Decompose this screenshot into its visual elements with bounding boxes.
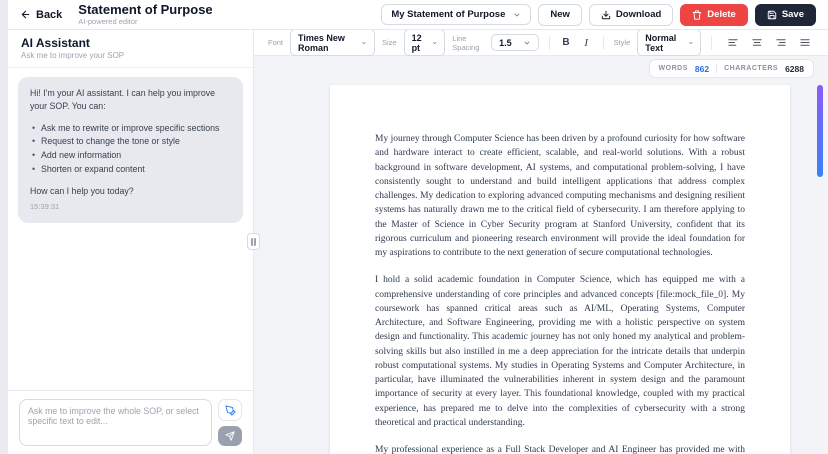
style-select-value: Normal Text [645, 32, 677, 53]
save-button[interactable]: Save [754, 3, 816, 26]
align-left-button[interactable] [724, 35, 742, 51]
list-item: Shorten or expand content [32, 163, 231, 176]
chevron-down-icon [524, 41, 530, 44]
chat-buttons [218, 399, 242, 446]
assistant-message: Hi! I'm your AI assistant. I can help yo… [18, 77, 243, 224]
send-button[interactable] [218, 426, 242, 446]
edit-selection-button[interactable] [218, 399, 242, 421]
back-label: Back [36, 8, 63, 21]
document-canvas: WORDS 862 CHARACTERS 6288 My journey thr… [254, 56, 828, 454]
alignment-group [724, 35, 814, 51]
arrow-left-icon [21, 10, 30, 19]
assistant-message-bullets: Ask me to rewrite or improve specific se… [32, 122, 231, 176]
editor-area: Font Times New Roman Size 12 pt Line Spa… [254, 29, 828, 454]
document-page[interactable]: My journey through Computer Science has … [330, 85, 790, 454]
word-count-badge: WORDS 862 CHARACTERS 6288 [648, 59, 814, 78]
assistant-message-outro: How can I help you today? [30, 185, 134, 196]
line-spacing-select-value: 1.5 [499, 37, 512, 48]
align-justify-button[interactable] [796, 35, 814, 51]
message-timestamp: 15:39:31 [30, 202, 60, 212]
title-block: Statement of Purpose AI-powered editor [78, 1, 213, 27]
ai-assistant-subtitle: Ask me to improve your SOP [21, 51, 125, 60]
align-right-button[interactable] [772, 35, 790, 51]
align-center-icon [752, 39, 762, 46]
save-button-label: Save [781, 9, 804, 20]
chevron-down-icon [514, 13, 520, 16]
ai-assistant-panel: AI Assistant Ask me to improve your SOP … [8, 30, 254, 454]
document-paragraph[interactable]: My journey through Computer Science has … [375, 132, 745, 260]
size-select[interactable]: 12 pt [403, 29, 446, 56]
characters-value: 6288 [785, 63, 804, 74]
delete-button-label: Delete [707, 9, 736, 20]
header-bar: Back Statement of Purpose AI-powered edi… [8, 0, 828, 30]
size-label: Size [381, 38, 397, 47]
download-button[interactable]: Download [588, 3, 674, 26]
chat-history: Hi! I'm your AI assistant. I can help yo… [8, 68, 253, 232]
trash-icon [693, 9, 702, 20]
download-button-label: Download [615, 9, 662, 20]
page-subtitle: AI-powered editor [78, 17, 138, 27]
new-button-label: New [550, 9, 570, 20]
list-item: Add new information [32, 149, 231, 162]
align-center-button[interactable] [748, 35, 766, 51]
chat-input-area [8, 390, 253, 454]
document-paragraph[interactable]: My professional experience as a Full Sta… [375, 443, 745, 454]
download-icon [601, 10, 611, 19]
page-title: Statement of Purpose [78, 1, 213, 17]
document-select[interactable]: My Statement of Purpose [381, 4, 532, 25]
italic-button[interactable]: I [580, 34, 593, 51]
toolbar-divider [548, 35, 550, 50]
back-button[interactable]: Back [20, 9, 62, 21]
ai-assistant-header: AI Assistant Ask me to improve your SOP [8, 30, 253, 68]
send-icon [225, 431, 235, 441]
assistant-message-intro: Hi! I'm your AI assistant. I can help yo… [30, 88, 216, 111]
new-button[interactable]: New [538, 3, 582, 26]
toolbar-divider [602, 35, 604, 50]
header-actions: My Statement of Purpose New Download Del… [381, 3, 816, 26]
badge-divider [716, 64, 718, 73]
toolbar-divider [711, 35, 712, 50]
format-toolbar: Font Times New Roman Size 12 pt Line Spa… [254, 29, 828, 56]
style-label: Style [613, 38, 631, 47]
size-select-value: 12 pt [411, 32, 422, 53]
chevron-down-icon [688, 41, 693, 44]
words-label: WORDS [658, 65, 688, 72]
style-select[interactable]: Normal Text [637, 29, 702, 56]
document-paragraph[interactable]: I hold a solid academic foundation in Co… [375, 273, 745, 430]
font-label: Font [268, 38, 284, 47]
scrollbar-thumb[interactable] [817, 85, 823, 177]
list-item: Ask me to rewrite or improve specific se… [32, 122, 231, 135]
list-item: Request to change the tone or style [32, 135, 231, 148]
window-edge-strip [0, 0, 8, 454]
align-right-icon [776, 39, 786, 46]
pen-icon [224, 404, 236, 416]
chevron-down-icon [362, 41, 366, 44]
align-justify-icon [800, 39, 810, 46]
bold-button[interactable]: B [559, 34, 572, 51]
delete-button[interactable]: Delete [680, 3, 748, 26]
document-select-value: My Statement of Purpose [391, 9, 506, 20]
words-value: 862 [694, 63, 710, 74]
line-spacing-label: Line Spacing [452, 33, 480, 52]
grip-icon [251, 237, 256, 246]
font-select[interactable]: Times New Roman [290, 29, 375, 56]
save-icon [767, 10, 777, 19]
font-select-value: Times New Roman [298, 32, 345, 53]
ai-assistant-title: AI Assistant [21, 36, 90, 50]
sidebar-resize-handle[interactable] [247, 233, 260, 250]
chat-input[interactable] [19, 399, 212, 446]
chevron-down-icon [432, 41, 437, 44]
line-spacing-select[interactable]: 1.5 [491, 34, 539, 51]
characters-label: CHARACTERS [724, 65, 779, 72]
align-left-icon [728, 39, 738, 46]
